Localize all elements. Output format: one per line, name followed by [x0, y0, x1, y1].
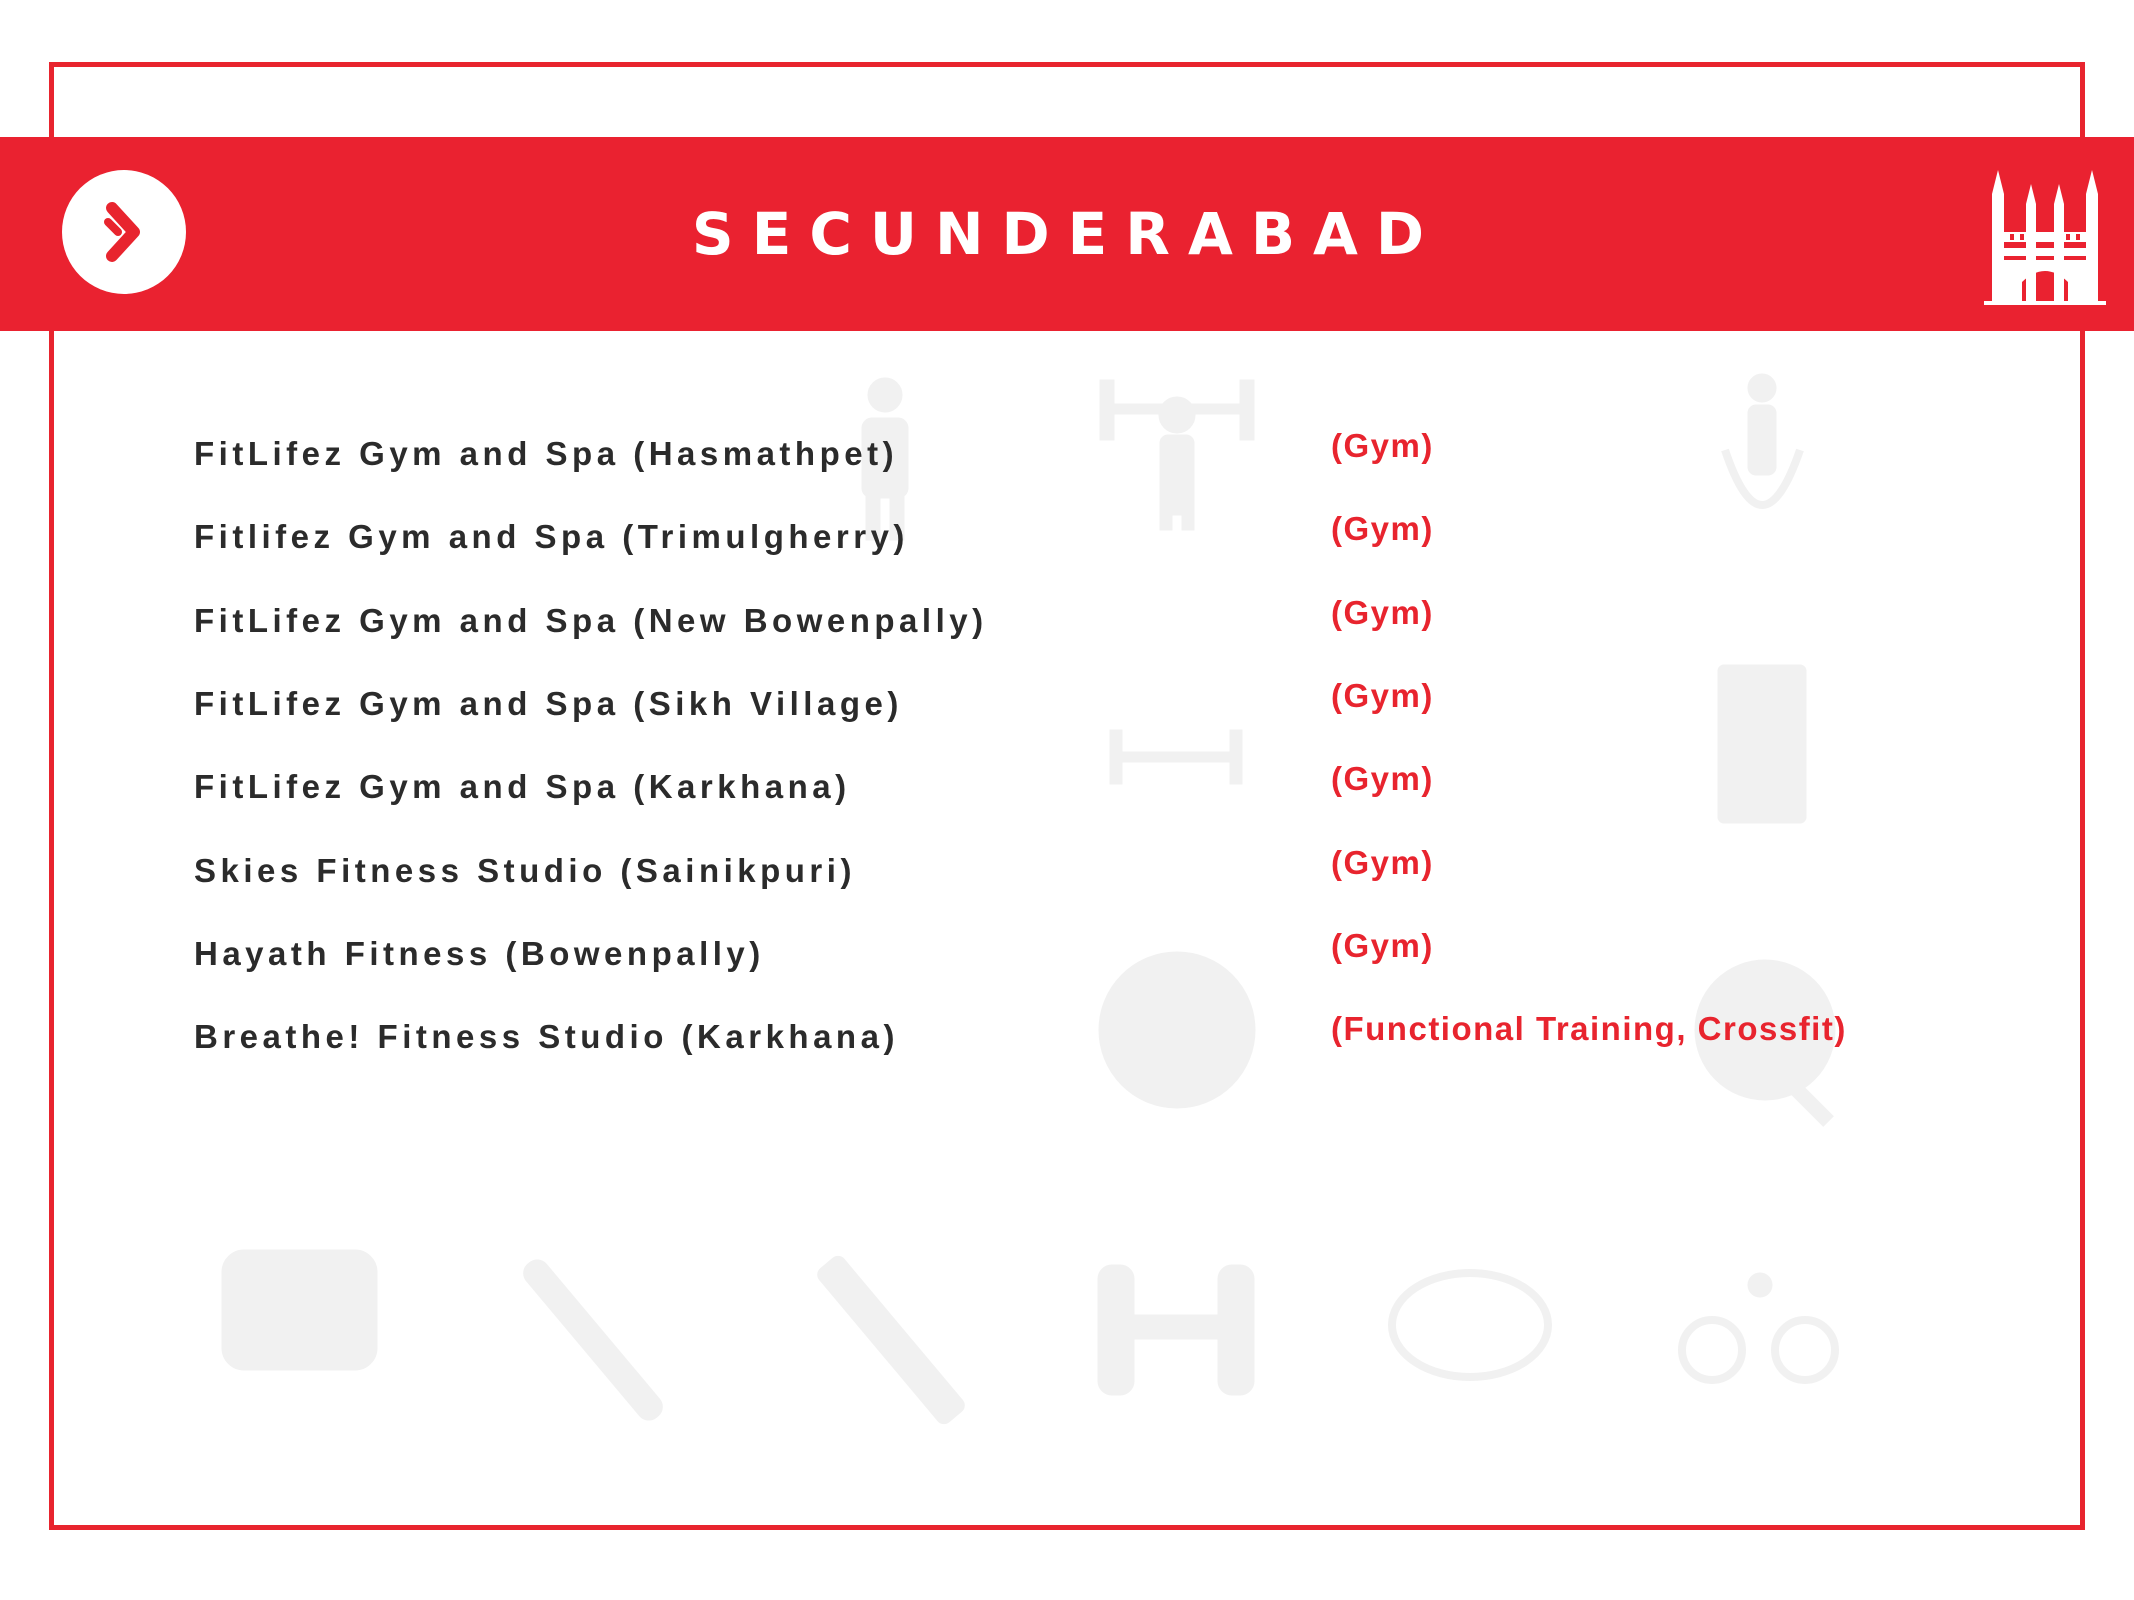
charminar-icon — [1984, 170, 2106, 305]
listing-category: (Gym) — [1331, 677, 1434, 714]
listing-category: (Gym) — [1331, 594, 1434, 631]
listing-category: (Gym) — [1331, 927, 1434, 964]
listing-name: Skies Fitness Studio (Sainikpuri) — [194, 852, 856, 889]
listing-name: FitLifez Gym and Spa (New Bowenpally) — [194, 602, 988, 639]
listing-category: (Gym) — [1331, 844, 1434, 881]
listing-name: Hayath Fitness (Bowenpally) — [194, 935, 765, 972]
listing-name: Breathe! Fitness Studio (Karkhana) — [194, 1018, 899, 1055]
page-title: SECUNDERABAD — [691, 200, 1443, 268]
listing-category: (Functional Training, Crossfit) — [1331, 1010, 1847, 1047]
listing-name: FitLifez Gym and Spa (Karkhana) — [194, 768, 851, 805]
listing-name: FitLifez Gym and Spa (Sikh Village) — [194, 685, 903, 722]
listing-name: Fitlifez Gym and Spa (Trimulgherry) — [194, 518, 909, 555]
listing-category: (Gym) — [1331, 427, 1434, 464]
listing-name: FitLifez Gym and Spa (Hasmathpet) — [194, 435, 899, 472]
listing-category: (Gym) — [1331, 760, 1434, 797]
listing-category: (Gym) — [1331, 510, 1434, 547]
